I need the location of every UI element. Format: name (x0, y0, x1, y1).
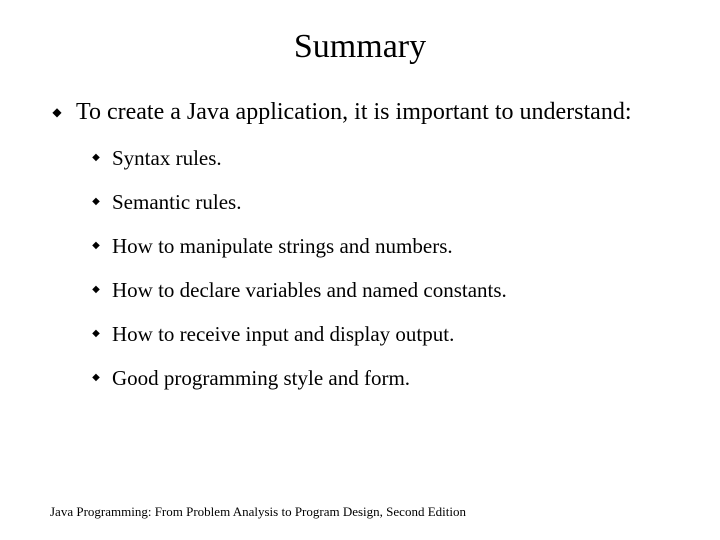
list-item-text: Semantic rules. (112, 190, 241, 214)
list-item: ◆ Semantic rules. (90, 190, 670, 214)
diamond-bullet-icon: ◆ (90, 322, 102, 346)
diamond-bullet-icon: ◆ (90, 234, 102, 258)
slide-title: Summary (0, 0, 720, 66)
diamond-bullet-icon: ◆ (90, 278, 102, 302)
top-bullet-text: To create a Java application, it is impo… (76, 98, 631, 126)
slide-footer: Java Programming: From Problem Analysis … (50, 504, 466, 520)
diamond-bullet-icon: ◆ (50, 98, 64, 126)
diamond-bullet-icon: ◆ (90, 146, 102, 170)
list-item-text: How to receive input and display output. (112, 322, 454, 346)
list-item: ◆ How to receive input and display outpu… (90, 322, 670, 346)
list-item: ◆ Syntax rules. (90, 146, 670, 170)
list-item: ◆ How to manipulate strings and numbers. (90, 234, 670, 258)
sub-bullet-list: ◆ Syntax rules. ◆ Semantic rules. ◆ How … (50, 126, 670, 390)
list-item-text: Syntax rules. (112, 146, 222, 170)
list-item-text: How to declare variables and named const… (112, 278, 507, 302)
slide-body: ◆ To create a Java application, it is im… (0, 66, 720, 390)
list-item-text: Good programming style and form. (112, 366, 410, 390)
list-item-text: How to manipulate strings and numbers. (112, 234, 453, 258)
diamond-bullet-icon: ◆ (90, 366, 102, 390)
list-item: ◆ Good programming style and form. (90, 366, 670, 390)
diamond-bullet-icon: ◆ (90, 190, 102, 214)
list-item: ◆ How to declare variables and named con… (90, 278, 670, 302)
top-bullet-row: ◆ To create a Java application, it is im… (50, 98, 670, 126)
